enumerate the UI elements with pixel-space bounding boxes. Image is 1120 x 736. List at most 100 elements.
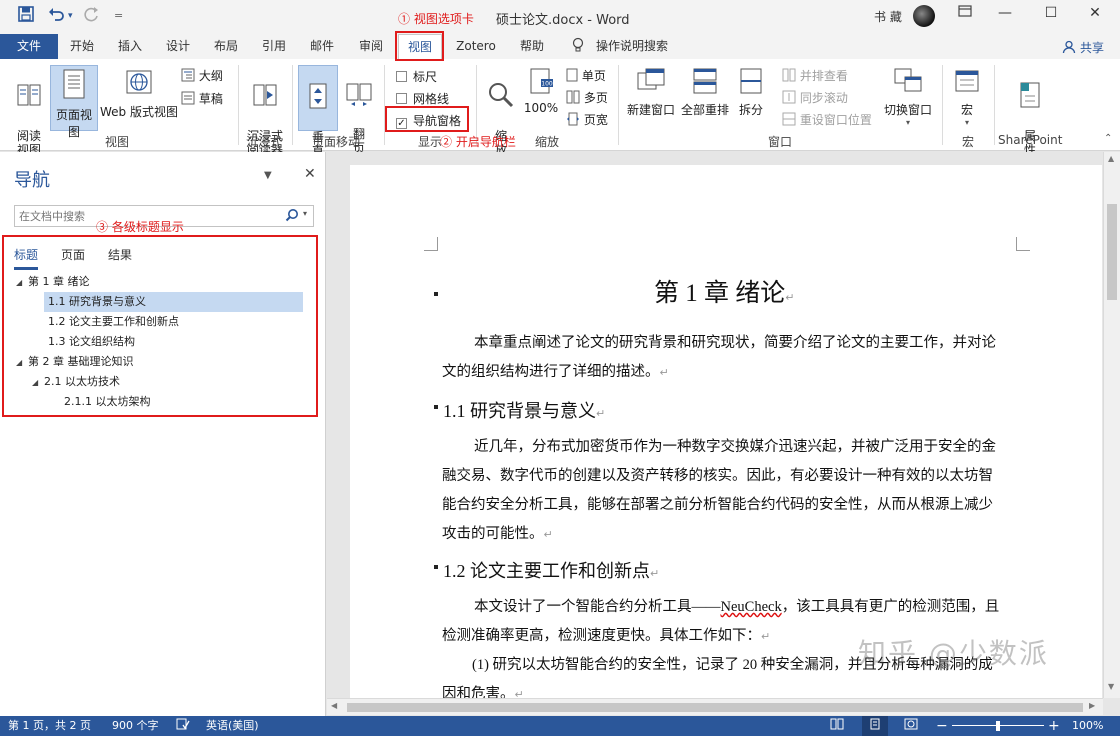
collapse-ribbon-icon[interactable]: ⌃ xyxy=(1104,133,1112,144)
chevron-down-icon[interactable]: ▾ xyxy=(303,209,307,218)
vertical-button[interactable]: 垂 直 xyxy=(298,65,338,158)
svg-text:100: 100 xyxy=(541,81,553,88)
tab-review[interactable]: 审阅 xyxy=(348,34,394,59)
redo-icon[interactable] xyxy=(84,6,100,26)
save-icon[interactable] xyxy=(18,6,34,26)
globe-icon xyxy=(100,67,178,100)
page-width-icon xyxy=(566,112,580,127)
customize-qat-icon[interactable]: = xyxy=(114,9,123,22)
document-title: 硕士论文.docx - Word xyxy=(496,13,630,28)
annotation-label-1: ① 视图选项卡 xyxy=(398,12,474,26)
tab-help[interactable]: 帮助 xyxy=(510,34,554,59)
split-button[interactable]: 拆分 xyxy=(734,67,768,118)
tell-me-search[interactable]: 操作说明搜索 xyxy=(592,34,672,59)
group-separator xyxy=(994,65,995,145)
side-by-side-icon xyxy=(782,68,796,83)
ribbon: 阅读 视图 页面视图 Web 版式视图 大纲 草稿 视图 沉浸式 阅读器 沉浸式… xyxy=(0,59,1120,158)
page-count[interactable]: 第 1 页，共 2 页 xyxy=(8,716,91,736)
ruler-checkbox[interactable]: 标尺 xyxy=(396,68,437,85)
nav-pane-title: 导航 xyxy=(14,170,50,191)
paragraph-bullet-mark xyxy=(434,405,438,409)
scroll-down-icon[interactable]: ▼ xyxy=(1108,682,1114,691)
horizontal-scroll-thumb[interactable] xyxy=(347,703,1083,712)
undo-icon[interactable] xyxy=(48,6,66,26)
reset-window-position-button[interactable]: 重设窗口位置 xyxy=(782,111,872,128)
close-button[interactable]: ✕ xyxy=(1080,5,1110,27)
share-label: 共享 xyxy=(1079,41,1104,55)
group-separator xyxy=(238,65,239,145)
tab-home[interactable]: 开始 xyxy=(60,34,104,59)
zoom-100-button[interactable]: 100 100% xyxy=(522,67,560,115)
annotation-box-view-tab xyxy=(395,31,444,61)
paragraph-line: 攻击的可能性。↵ xyxy=(442,526,553,542)
draft-icon xyxy=(181,91,195,106)
tab-zotero[interactable]: Zotero xyxy=(450,34,502,59)
vertical-scrollbar[interactable]: ▲ ▼ xyxy=(1103,152,1120,698)
horizontal-scrollbar[interactable]: ◀ ▶ xyxy=(327,698,1103,715)
margin-corner-marker xyxy=(1016,237,1030,251)
user-name[interactable]: 书 藏 xyxy=(874,8,902,25)
zoom-slider-thumb[interactable] xyxy=(996,721,1000,731)
group-label-macros: 宏 xyxy=(962,135,975,149)
web-layout-button[interactable]: Web 版式视图 xyxy=(100,67,178,120)
group-separator xyxy=(942,65,943,145)
spelling-error-word: NeuCheck xyxy=(720,599,782,615)
nav-options-chevron-icon[interactable]: ▼ xyxy=(264,170,272,181)
scroll-up-icon[interactable]: ▲ xyxy=(1108,154,1114,163)
draft-button[interactable]: 草稿 xyxy=(181,90,223,107)
new-window-button[interactable]: 新建窗口 xyxy=(626,67,676,118)
maximize-button[interactable]: ☐ xyxy=(1036,5,1066,27)
title-bar: ▾ = 硕士论文.docx - Word 书 藏 — ☐ ✕ xyxy=(0,0,1120,34)
switch-windows-button[interactable]: 切换窗口 ▾ xyxy=(880,67,936,127)
minimize-button[interactable]: — xyxy=(990,5,1020,27)
outline-button[interactable]: 大纲 xyxy=(181,67,223,84)
annotation-label-3: ③ 各级标题显示 xyxy=(96,220,184,234)
vertical-scroll-thumb[interactable] xyxy=(1107,204,1117,300)
undo-dropdown-icon[interactable]: ▾ xyxy=(68,11,73,21)
zoom-out-button[interactable]: − xyxy=(936,716,948,736)
macros-button[interactable]: 宏 ▾ xyxy=(950,67,984,127)
tab-references[interactable]: 引用 xyxy=(252,34,296,59)
read-mode-button[interactable]: 阅读 视图 xyxy=(10,67,48,157)
paragraph-line: 本文设计了一个智能合约分析工具——NeuCheck，该工具具有更广的检测范围，且 xyxy=(474,599,1000,615)
ribbon-display-options-icon[interactable] xyxy=(950,5,980,27)
paragraph-line: 检测准确率更高，检测速度更快。具体工作如下：↵ xyxy=(442,628,771,644)
zoom-in-button[interactable]: + xyxy=(1048,716,1060,736)
proofing-icon[interactable] xyxy=(176,716,190,736)
arrange-all-button[interactable]: 全部重排 xyxy=(680,67,730,118)
tab-mailings[interactable]: 邮件 xyxy=(300,34,344,59)
tab-insert[interactable]: 插入 xyxy=(108,34,152,59)
read-mode-icon xyxy=(10,81,48,112)
tab-file[interactable]: 文件 xyxy=(0,34,58,59)
gridlines-checkbox[interactable]: 网格线 xyxy=(396,90,449,107)
language-indicator[interactable]: 英语(美国) xyxy=(206,716,259,736)
chapter-heading: 第 1 章 绪论↵ xyxy=(654,280,795,307)
search-icon[interactable] xyxy=(285,208,299,225)
annotation-box-nav-pane xyxy=(385,106,469,132)
web-layout-status-icon[interactable] xyxy=(904,716,918,736)
multiple-pages-button[interactable]: 多页 xyxy=(566,89,608,106)
word-count[interactable]: 900 个字 xyxy=(112,716,159,736)
zoom-percentage[interactable]: 100% xyxy=(1072,716,1103,736)
print-layout-button[interactable]: 页面视图 xyxy=(50,65,98,139)
switch-windows-icon xyxy=(880,67,936,98)
read-mode-status-icon[interactable] xyxy=(830,716,844,736)
scroll-left-icon[interactable]: ◀ xyxy=(331,701,337,710)
close-icon[interactable]: ✕ xyxy=(304,166,316,182)
lightbulb-icon[interactable] xyxy=(568,34,588,59)
share-button[interactable]: 共享 xyxy=(1062,39,1104,56)
print-layout-icon xyxy=(51,68,97,103)
document-page[interactable]: 第 1 章 绪论↵ 本章重点阐述了论文的研究背景和研究现状，简要介绍了论文的主要… xyxy=(350,165,1102,705)
paragraph-line: 近几年，分布式加密货币作为一种数字交换媒介迅速兴起，并被广泛用于安全的金 xyxy=(474,439,996,455)
tab-layout[interactable]: 布局 xyxy=(204,34,248,59)
tab-design[interactable]: 设计 xyxy=(156,34,200,59)
one-page-button[interactable]: 单页 xyxy=(566,67,606,84)
avatar[interactable] xyxy=(913,5,935,27)
print-layout-status-icon[interactable] xyxy=(862,716,888,736)
synchronous-scrolling-button[interactable]: 同步滚动 xyxy=(782,89,848,106)
page-width-button[interactable]: 页宽 xyxy=(566,111,608,128)
scroll-right-icon[interactable]: ▶ xyxy=(1089,701,1095,710)
reset-position-icon xyxy=(782,112,796,127)
view-side-by-side-button[interactable]: 并排查看 xyxy=(782,67,848,84)
paragraph-line: 本章重点阐述了论文的研究背景和研究现状，简要介绍了论文的主要工作，并对论 xyxy=(474,335,996,351)
